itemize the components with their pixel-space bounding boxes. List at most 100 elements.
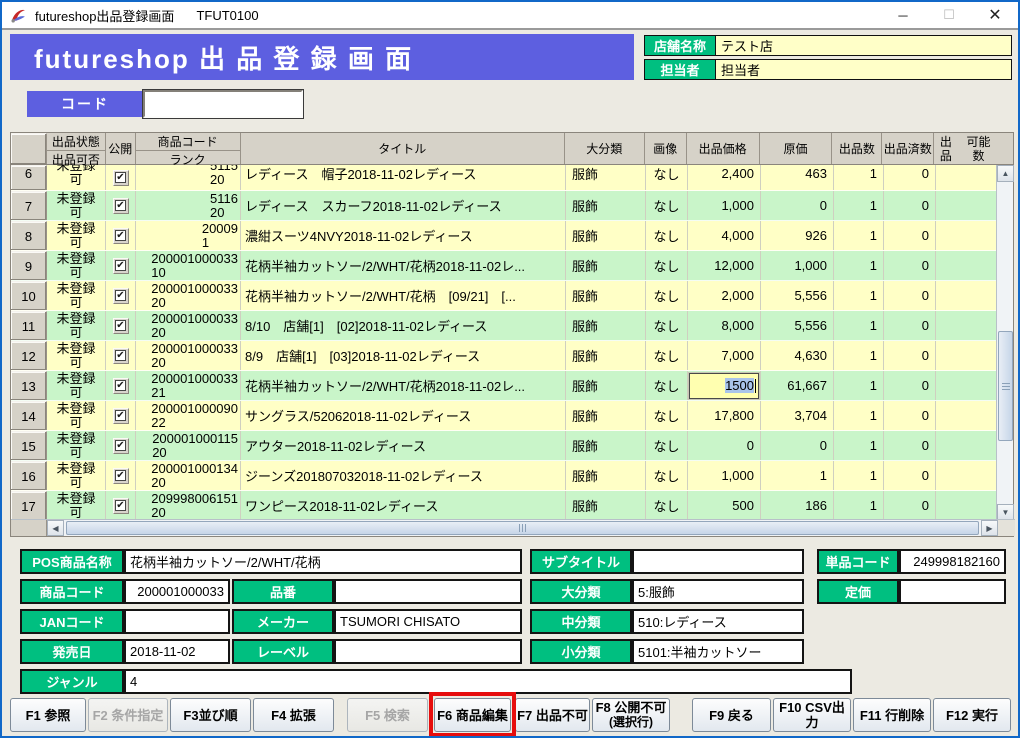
- maker-field[interactable]: TSUMORI CHISATO: [334, 609, 522, 634]
- cell-product-code: 20000100003320: [136, 341, 241, 370]
- part-no-label: 品番: [232, 579, 334, 604]
- publish-checkbox[interactable]: ✔: [113, 228, 129, 244]
- fkey-button-7[interactable]: F7 出品不可: [515, 698, 590, 732]
- cell-category: 服飾: [566, 311, 646, 340]
- cell-status: 未登録可: [47, 341, 106, 370]
- publish-checkbox[interactable]: ✔: [113, 198, 129, 214]
- cell-qty: 1: [834, 311, 884, 340]
- table-row[interactable]: 6未登録可✔511520レディース 帽子2018-11-02レディース服飾なし2…: [11, 165, 1013, 191]
- pos-name-field[interactable]: 花柄半袖カットソー/2/WHT/花柄: [124, 549, 522, 574]
- publish-checkbox[interactable]: ✔: [113, 408, 129, 424]
- publish-checkbox[interactable]: ✔: [113, 348, 129, 364]
- fkey-button-9[interactable]: F9 戻る: [692, 698, 771, 732]
- fkey-button-3[interactable]: F3並び順: [170, 698, 251, 732]
- cell-status: 未登録可: [47, 311, 106, 340]
- publish-checkbox[interactable]: ✔: [113, 438, 129, 454]
- scroll-left-icon[interactable]: ◀: [47, 520, 64, 536]
- cell-price: 17,800: [688, 401, 761, 430]
- table-row[interactable]: 17未登録可✔20999800615120ワンピース2018-11-02レディー…: [11, 491, 1013, 521]
- fkey-button-11[interactable]: F11 行削除: [853, 698, 931, 732]
- fkey-button-1[interactable]: F1 参照: [10, 698, 86, 732]
- product-code-field[interactable]: 200001000033: [124, 579, 230, 604]
- publish-checkbox[interactable]: ✔: [113, 498, 129, 514]
- horizontal-scrollbar[interactable]: ◀ ▶: [11, 519, 1015, 536]
- code-input[interactable]: [143, 90, 303, 118]
- horizontal-scroll-thumb[interactable]: [66, 521, 979, 535]
- jan-code-field[interactable]: [124, 609, 230, 634]
- cell-category: 服飾: [566, 165, 646, 190]
- publish-checkbox[interactable]: ✔: [113, 288, 129, 304]
- publish-checkbox[interactable]: ✔: [113, 318, 129, 334]
- publish-checkbox[interactable]: ✔: [113, 378, 129, 394]
- cell-price: 2,000: [688, 281, 761, 310]
- cell-row-number: 11: [11, 311, 47, 340]
- cell-publish: ✔: [106, 311, 136, 340]
- cell-title: 花柄半袖カットソー/2/WHT/花柄 [09/21] [...: [241, 281, 566, 310]
- jan-code-label: JANコード: [20, 609, 124, 634]
- cell-status: 未登録可: [47, 461, 106, 490]
- cell-qty: 1: [834, 281, 884, 310]
- middle-category-field[interactable]: 510:レディース: [632, 609, 804, 634]
- app-window: futureshop出品登録画面 TFUT0100 ─ ☐ ✕ futuresh…: [0, 0, 1020, 738]
- major-category-field[interactable]: 5:服飾: [632, 579, 804, 604]
- cell-price: 2,400: [688, 165, 761, 190]
- subtitle-field[interactable]: [632, 549, 804, 574]
- header-status: 出品状態: [47, 133, 105, 151]
- cell-available: [936, 281, 998, 310]
- cell-sold: 0: [884, 401, 936, 430]
- fkey-button-8[interactable]: F8 公開不可(選択行): [592, 698, 670, 732]
- major-category-label: 大分類: [530, 579, 632, 604]
- item-code-field[interactable]: 249998182160: [899, 549, 1006, 574]
- cell-title: 8/10 店舗[1] [02]2018-11-02レディース: [241, 311, 566, 340]
- table-row[interactable]: 11未登録可✔200001000033208/10 店舗[1] [02]2018…: [11, 311, 1013, 341]
- table-row[interactable]: 7未登録可✔511620レディース スカーフ2018-11-02レディース服飾な…: [11, 191, 1013, 221]
- cell-cost: 5,556: [761, 281, 834, 310]
- header-scroll-stub: [996, 133, 1013, 164]
- publish-checkbox[interactable]: ✔: [113, 468, 129, 484]
- price-edit-input[interactable]: 1500: [689, 373, 759, 399]
- cell-available: [936, 341, 998, 370]
- table-row[interactable]: 8未登録可✔200091濃紺スーツ4NVY2018-11-02レディース服飾なし…: [11, 221, 1013, 251]
- publish-checkbox[interactable]: ✔: [113, 170, 129, 186]
- part-no-field[interactable]: [334, 579, 522, 604]
- vertical-scroll-thumb[interactable]: [998, 331, 1013, 441]
- cell-available: [936, 461, 998, 490]
- minor-category-field[interactable]: 5101:半袖カットソー: [632, 639, 804, 664]
- cell-available: [936, 191, 998, 220]
- list-price-field[interactable]: [899, 579, 1006, 604]
- close-button[interactable]: ✕: [972, 2, 1018, 28]
- table-row[interactable]: 13未登録可✔20000100003321花柄半袖カットソー/2/WHT/花柄2…: [11, 371, 1013, 401]
- fkey-button-4[interactable]: F4 拡張: [253, 698, 334, 732]
- header-price: 出品価格: [687, 133, 759, 164]
- cell-available: [936, 371, 998, 400]
- cell-row-number: 13: [11, 371, 47, 400]
- table-row[interactable]: 12未登録可✔200001000033208/9 店舗[1] [03]2018-…: [11, 341, 1013, 371]
- table-row[interactable]: 15未登録可✔20000100011520アウター2018-11-02レディース…: [11, 431, 1013, 461]
- table-row[interactable]: 16未登録可✔20000100013420ジーンズ201807032018-11…: [11, 461, 1013, 491]
- vertical-scrollbar[interactable]: ▲ ▼: [996, 165, 1013, 521]
- scroll-up-icon[interactable]: ▲: [997, 165, 1014, 182]
- cell-qty: 1: [834, 191, 884, 220]
- cell-cost: 1,000: [761, 251, 834, 280]
- table-row[interactable]: 9未登録可✔20000100003310花柄半袖カットソー/2/WHT/花柄20…: [11, 251, 1013, 281]
- fkey-button-6[interactable]: F6 商品編集: [434, 698, 511, 732]
- fkey-button-12[interactable]: F12 実行: [933, 698, 1011, 732]
- publish-checkbox[interactable]: ✔: [113, 258, 129, 274]
- header-image: 画像: [645, 133, 686, 164]
- fkey-button-10[interactable]: F10 CSV出力: [773, 698, 851, 732]
- cell-image: なし: [646, 431, 688, 460]
- table-row[interactable]: 10未登録可✔20000100003320花柄半袖カットソー/2/WHT/花柄 …: [11, 281, 1013, 311]
- genre-field[interactable]: 4: [124, 669, 852, 694]
- cell-row-number: 15: [11, 431, 47, 460]
- minimize-button[interactable]: ─: [880, 2, 926, 28]
- header-available: 出品 可能数: [934, 133, 996, 164]
- table-row[interactable]: 14未登録可✔20000100009022サングラス/52062018-11-0…: [11, 401, 1013, 431]
- page-title: futureshop 出 品 登 録 画 面: [10, 34, 634, 80]
- record-label-field[interactable]: [334, 639, 522, 664]
- release-date-label: 発売日: [20, 639, 124, 664]
- release-date-field[interactable]: 2018-11-02: [124, 639, 230, 664]
- cell-cost: 5,556: [761, 311, 834, 340]
- cell-image: なし: [646, 221, 688, 250]
- scroll-right-icon[interactable]: ▶: [981, 520, 998, 536]
- cell-product-code: 20999800615120: [136, 491, 241, 520]
